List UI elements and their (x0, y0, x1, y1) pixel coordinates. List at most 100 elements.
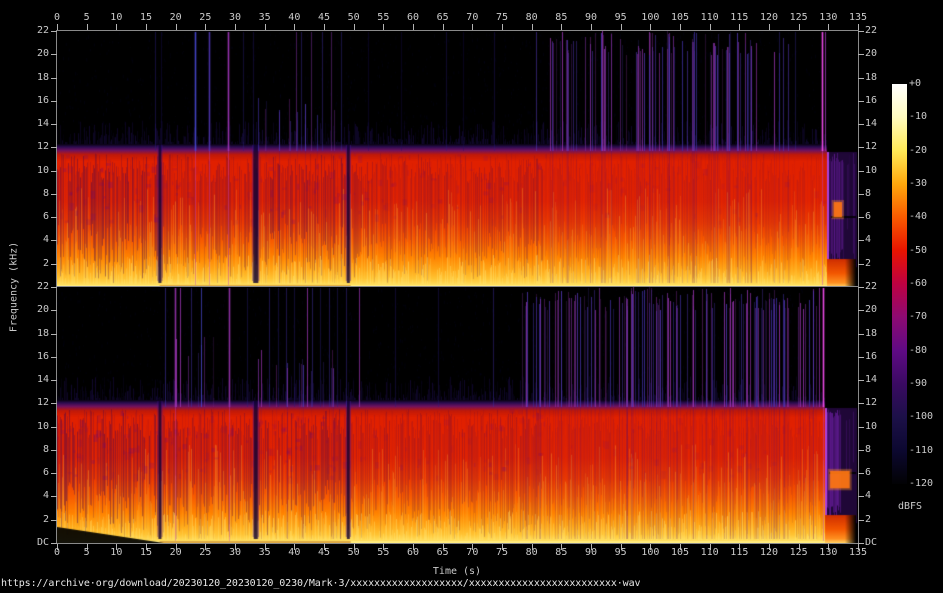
freq-tick-label: 22 (0, 281, 49, 292)
freq-tick-label: 18 (865, 328, 905, 339)
time-tick-label: 135 (843, 12, 873, 23)
time-tick-label: 120 (754, 547, 784, 558)
freq-tick (858, 194, 864, 195)
time-tick (680, 24, 681, 30)
colorbar-tick-label: -20 (909, 145, 943, 156)
time-tick (710, 24, 711, 30)
freq-tick (51, 147, 57, 148)
freq-tick (858, 264, 864, 265)
freq-tick (858, 217, 864, 218)
time-tick-label: 80 (517, 547, 547, 558)
freq-tick-label: 8 (865, 188, 905, 199)
freq-tick (51, 403, 57, 404)
freq-tick (51, 31, 57, 32)
freq-tick-label: 16 (0, 95, 49, 106)
colorbar-title: dBFS (898, 501, 922, 512)
colorbar-tick-label: -30 (909, 178, 943, 189)
freq-tick-label: 2 (865, 258, 905, 269)
time-tick (413, 24, 414, 30)
time-tick-label: 115 (724, 547, 754, 558)
time-tick-label: 50 (339, 12, 369, 23)
freq-tick-label: 22 (865, 281, 905, 292)
panel-divider (57, 286, 858, 287)
time-tick-label: 75 (487, 12, 517, 23)
freq-tick (51, 287, 57, 288)
time-tick (443, 24, 444, 30)
time-tick-label: 35 (250, 547, 280, 558)
freq-tick (51, 124, 57, 125)
freq-tick-label: 20 (0, 304, 49, 315)
time-tick-label: 0 (42, 547, 72, 558)
colorbar-tick-label: -60 (909, 278, 943, 289)
time-tick (87, 24, 88, 30)
time-tick-label: 0 (42, 12, 72, 23)
time-tick-label: 110 (695, 547, 725, 558)
time-tick-label: 50 (339, 547, 369, 558)
freq-tick-label: 10 (0, 165, 49, 176)
freq-tick (51, 334, 57, 335)
time-tick-label: 55 (368, 547, 398, 558)
time-tick-label: 40 (279, 547, 309, 558)
freq-tick (858, 124, 864, 125)
time-tick (265, 24, 266, 30)
time-tick-label: 120 (754, 12, 784, 23)
freq-tick-label: 4 (865, 234, 905, 245)
time-tick-label: 95 (606, 12, 636, 23)
freq-tick-label: 10 (865, 421, 905, 432)
freq-tick (51, 101, 57, 102)
freq-tick (51, 427, 57, 428)
freq-tick (51, 54, 57, 55)
freq-tick (858, 450, 864, 451)
time-tick (502, 24, 503, 30)
freq-tick-label: 8 (0, 188, 49, 199)
time-tick-label: 125 (784, 547, 814, 558)
freq-tick-label: 20 (865, 48, 905, 59)
time-tick (235, 24, 236, 30)
time-tick-label: 130 (813, 12, 843, 23)
freq-tick-label: 16 (0, 351, 49, 362)
freq-tick-label: 18 (0, 328, 49, 339)
freq-tick (858, 287, 864, 288)
colorbar-tick-label: -50 (909, 245, 943, 256)
freq-tick (51, 473, 57, 474)
spectrogram-image: Frequency (kHz) Time (s) dBFS https://ar… (0, 0, 943, 593)
colorbar-tick-label: +0 (909, 78, 943, 89)
freq-tick-label: 14 (0, 374, 49, 385)
freq-tick (51, 264, 57, 265)
freq-tick (51, 78, 57, 79)
time-tick-label: 105 (665, 547, 695, 558)
freq-tick (858, 78, 864, 79)
freq-tick-label: 14 (0, 118, 49, 129)
freq-tick-label: 14 (865, 118, 905, 129)
time-tick (324, 24, 325, 30)
freq-tick-label: 6 (0, 467, 49, 478)
freq-tick (51, 217, 57, 218)
time-tick-label: 45 (309, 12, 339, 23)
time-tick-label: 10 (101, 547, 131, 558)
freq-tick (858, 101, 864, 102)
freq-tick-label: 10 (0, 421, 49, 432)
freq-tick-label: 16 (865, 351, 905, 362)
time-tick (621, 24, 622, 30)
freq-tick (858, 496, 864, 497)
freq-tick-label: 2 (0, 258, 49, 269)
freq-tick-label: 4 (865, 490, 905, 501)
freq-tick-label: 2 (0, 514, 49, 525)
file-title: https://archive·org/download/20230120_20… (1, 578, 640, 589)
time-tick-label: 90 (576, 547, 606, 558)
time-tick-label: 75 (487, 547, 517, 558)
time-tick-label: 70 (457, 547, 487, 558)
freq-tick (51, 520, 57, 521)
colorbar-tick-label: -10 (909, 111, 943, 122)
time-tick (650, 24, 651, 30)
time-tick (799, 24, 800, 30)
time-tick-label: 105 (665, 12, 695, 23)
freq-tick (858, 520, 864, 521)
freq-tick-label: 8 (0, 444, 49, 455)
freq-tick (858, 171, 864, 172)
time-tick-label: 5 (72, 12, 102, 23)
freq-tick-label: 18 (865, 72, 905, 83)
freq-tick (858, 473, 864, 474)
freq-tick (51, 171, 57, 172)
time-tick (472, 24, 473, 30)
